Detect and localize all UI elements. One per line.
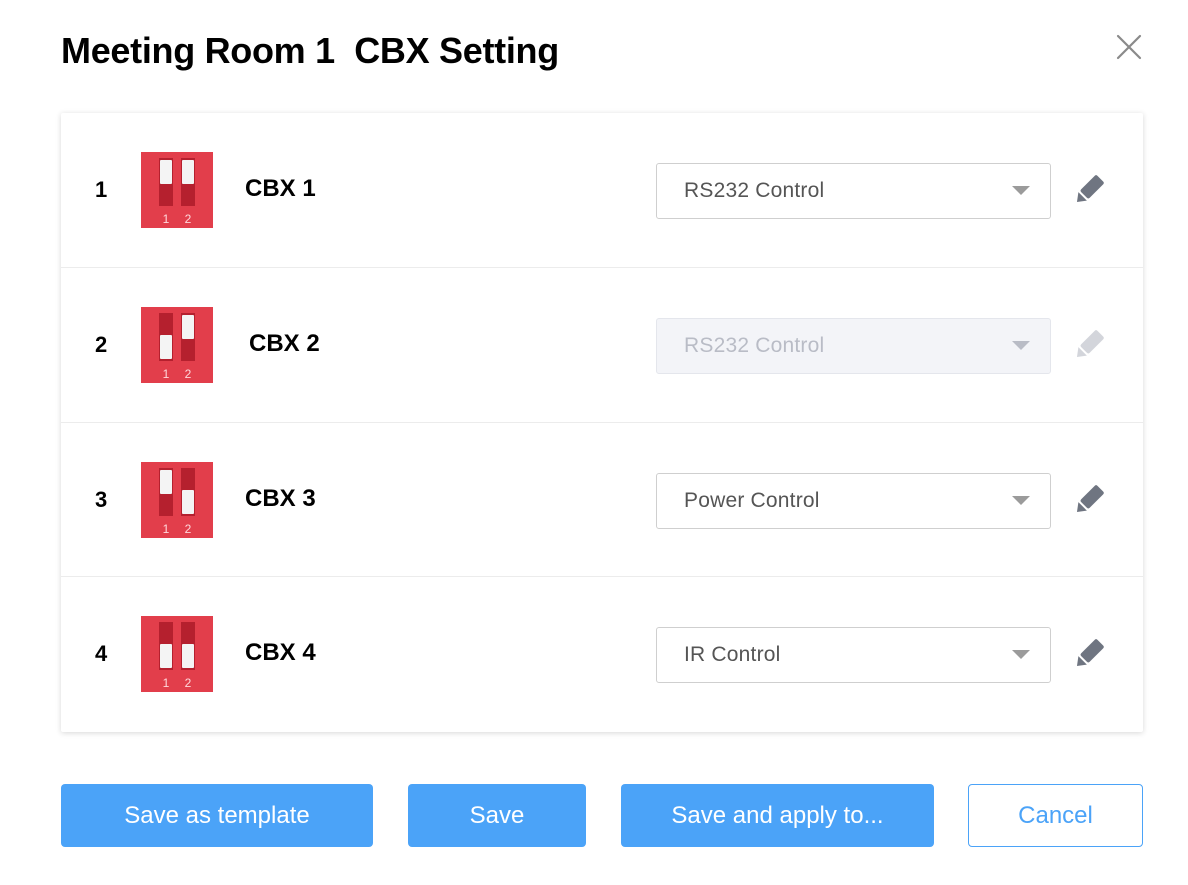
pencil-body <box>1080 485 1104 509</box>
control-type-value: RS232 Control <box>684 179 825 202</box>
chevron-down-icon <box>1012 650 1030 659</box>
device-name: CBX 1 <box>245 175 316 202</box>
cbx-row-1: 1 12 CBX 1 RS232 Control <box>61 113 1143 267</box>
device-name: CBX 2 <box>249 330 320 357</box>
chevron-down-icon <box>1012 341 1030 350</box>
dip-switch-knob <box>160 644 172 668</box>
dialog-title: Meeting Room 1 CBX Setting <box>61 30 559 71</box>
control-type-select[interactable]: Power Control <box>656 473 1051 529</box>
cbx-row-4: 4 12 CBX 4 IR Control <box>61 576 1143 730</box>
cancel-button[interactable]: Cancel <box>968 784 1143 847</box>
control-type-select[interactable]: RS232 Control <box>656 318 1051 374</box>
cbx-list-panel: 1 12 CBX 1 RS232 Control 2 12 CBX 2 RS23… <box>61 113 1143 732</box>
dip-switch-icon: 12 <box>141 307 213 383</box>
row-index: 3 <box>95 487 108 512</box>
cbx-row-2: 2 12 CBX 2 RS232 Control <box>61 267 1143 421</box>
dip-switch-knob <box>182 160 194 184</box>
dip-switch-label: 2 <box>185 367 192 381</box>
chevron-down-icon <box>1012 496 1030 505</box>
dip-switch-icon: 12 <box>141 152 213 228</box>
device-name: CBX 4 <box>245 639 316 666</box>
dip-switch-label: 1 <box>163 367 170 381</box>
chevron-down-icon <box>1012 186 1030 195</box>
dip-switch-icon: 12 <box>141 462 213 538</box>
device-name: CBX 3 <box>245 485 316 512</box>
save-and-apply-button[interactable]: Save and apply to... <box>621 784 934 847</box>
control-type-value: Power Control <box>684 489 820 512</box>
save-as-template-button[interactable]: Save as template <box>61 784 373 847</box>
control-type-value: IR Control <box>684 643 781 666</box>
dip-switch-knob <box>182 644 194 668</box>
dip-switch-knob <box>160 470 172 494</box>
dip-switch-label: 2 <box>185 212 192 226</box>
dip-switch-knob <box>160 160 172 184</box>
dip-switch-knob <box>182 315 194 339</box>
dip-switch-label: 2 <box>185 676 192 690</box>
pencil-body <box>1080 639 1104 663</box>
pencil-body <box>1080 330 1104 354</box>
control-type-value: RS232 Control <box>684 334 825 357</box>
dip-switch-label: 1 <box>163 212 170 226</box>
dip-switch-label: 1 <box>163 676 170 690</box>
dip-switch-label: 1 <box>163 522 170 536</box>
pencil-icon[interactable] <box>1072 173 1106 207</box>
pencil-icon[interactable] <box>1072 328 1106 362</box>
cbx-row-3: 3 12 CBX 3 Power Control <box>61 422 1143 576</box>
row-index: 4 <box>95 641 108 666</box>
dip-switch-knob <box>160 335 172 359</box>
close-icon[interactable] <box>1112 30 1146 64</box>
dip-switch-label: 2 <box>185 522 192 536</box>
control-type-select[interactable]: IR Control <box>656 627 1051 683</box>
dip-switch-icon: 12 <box>141 616 213 692</box>
pencil-icon[interactable] <box>1072 637 1106 671</box>
row-index: 1 <box>95 177 108 202</box>
row-index: 2 <box>95 332 108 357</box>
dip-switch-knob <box>182 490 194 514</box>
control-type-select[interactable]: RS232 Control <box>656 163 1051 219</box>
pencil-icon[interactable] <box>1072 483 1106 517</box>
pencil-body <box>1080 175 1104 199</box>
save-button[interactable]: Save <box>408 784 586 847</box>
